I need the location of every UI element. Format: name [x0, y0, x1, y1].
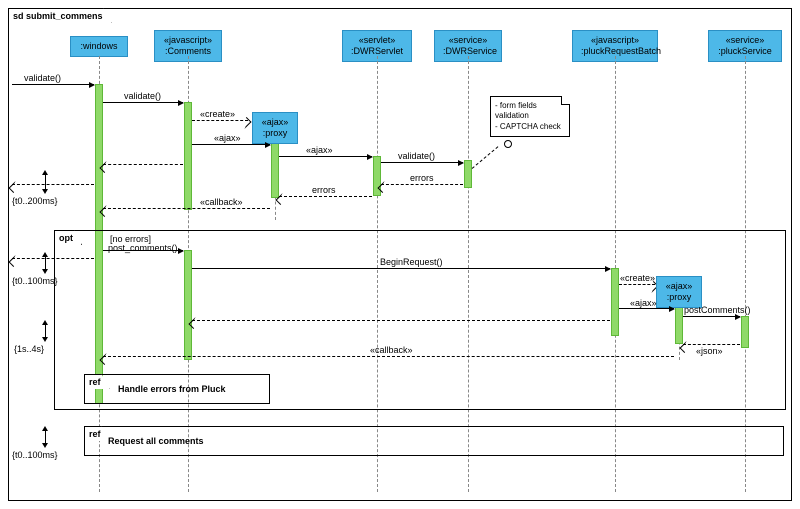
lbl-validate2: validate()	[124, 91, 161, 101]
timing-4-arrow	[36, 426, 52, 448]
note-l2: validation	[495, 111, 565, 121]
msg-postcomments2	[683, 316, 740, 317]
lifeline-comments-label: :Comments	[163, 46, 213, 57]
opt-label: opt	[59, 233, 73, 243]
msg-callback1	[103, 208, 270, 209]
lifeline-proxy1: «ajax» :proxy	[252, 112, 298, 144]
msg-ajax2	[279, 156, 372, 157]
msg-ajax3	[619, 308, 674, 309]
lbl-create2: «create»	[620, 273, 655, 283]
msg-create1	[192, 120, 248, 121]
ref1-label: ref	[89, 377, 101, 387]
timing-1-arrow	[36, 170, 52, 194]
lifeline-dwrservlet-label: :DWRServlet	[351, 46, 403, 57]
lbl-create1: «create»	[200, 109, 235, 119]
note-l1: - form fields	[495, 101, 565, 111]
note-circle	[504, 140, 512, 148]
msg-create2	[619, 284, 655, 285]
lbl-json: «json»	[696, 346, 723, 356]
lifeline-proxy2-st: «ajax»	[665, 281, 693, 292]
lifeline-comments-st: «javascript»	[163, 35, 213, 46]
ref1-text: Handle errors from Pluck	[118, 384, 226, 394]
lifeline-pluckservice-label: :pluckService	[717, 46, 773, 57]
msg-json	[683, 344, 740, 345]
lbl-callback1: «callback»	[200, 197, 243, 207]
lbl-validate1: validate()	[24, 73, 61, 83]
lbl-postcomments: post_comments()	[108, 243, 178, 253]
lifeline-windows: :windows	[70, 36, 128, 57]
lbl-errors2: errors	[312, 185, 336, 195]
msg-beginreq	[192, 268, 610, 269]
timing-1: {t0..200ms}	[12, 196, 58, 206]
timing-3: {1s..4s}	[14, 344, 44, 354]
timing-3-arrow	[36, 320, 52, 342]
lifeline-proxy2: «ajax» :proxy	[656, 276, 702, 308]
ref2-label: ref	[89, 429, 101, 439]
opt-tab: opt	[54, 230, 82, 245]
timing-2: {t0..100ms}	[12, 276, 58, 286]
msg-return-pc	[12, 258, 94, 259]
lifeline-pluckbatch-label: :pluckRequestBatch	[581, 46, 649, 57]
timing-4: {t0..100ms}	[12, 450, 58, 460]
ref2-text: Request all comments	[108, 436, 204, 446]
lbl-callback2: «callback»	[370, 345, 413, 355]
msg-errors1	[381, 184, 463, 185]
lbl-postcomments2: postComments()	[684, 305, 751, 315]
lifeline-proxy2-label: :proxy	[665, 292, 693, 303]
ref1-tab: ref	[84, 374, 110, 389]
act-comments-1	[184, 102, 192, 210]
sd-title: sd submit_commens	[8, 8, 112, 23]
lbl-ajax3: «ajax»	[630, 298, 657, 308]
msg-ajax1	[192, 144, 270, 145]
note-validation: - form fields validation - CAPTCHA check	[490, 96, 570, 137]
lifeline-windows-label: :windows	[79, 41, 119, 52]
ref2-tab: ref	[84, 426, 110, 441]
lbl-errors1: errors	[410, 173, 434, 183]
msg-return-batch	[192, 320, 610, 321]
act-proxy1	[271, 138, 279, 198]
lifeline-dwrservice-label: :DWRService	[443, 46, 493, 57]
msg-return-actor	[12, 184, 94, 185]
lifeline-pluckbatch-st: «javascript»	[581, 35, 649, 46]
msg-return-comments	[103, 164, 183, 165]
msg-validate3	[381, 162, 463, 163]
lbl-beginreq: BeginRequest()	[380, 257, 443, 267]
msg-callback2	[103, 356, 674, 357]
lbl-ajax2: «ajax»	[306, 145, 333, 155]
lifeline-proxy1-st: «ajax»	[261, 117, 289, 128]
lifeline-pluckservice-st: «service»	[717, 35, 773, 46]
lifeline-dwrservice-st: «service»	[443, 35, 493, 46]
act-dwrservice	[464, 160, 472, 188]
lbl-validate3: validate()	[398, 151, 435, 161]
lifeline-proxy1-label: :proxy	[261, 128, 289, 139]
lifeline-dwrservlet-st: «servlet»	[351, 35, 403, 46]
lbl-ajax1: «ajax»	[214, 133, 241, 143]
note-l3: - CAPTCHA check	[495, 122, 565, 132]
msg-errors2	[279, 196, 372, 197]
msg-validate1	[12, 84, 94, 85]
msg-validate2	[103, 102, 183, 103]
timing-2-arrow	[36, 252, 52, 274]
sd-title-text: sd submit_commens	[13, 11, 103, 21]
